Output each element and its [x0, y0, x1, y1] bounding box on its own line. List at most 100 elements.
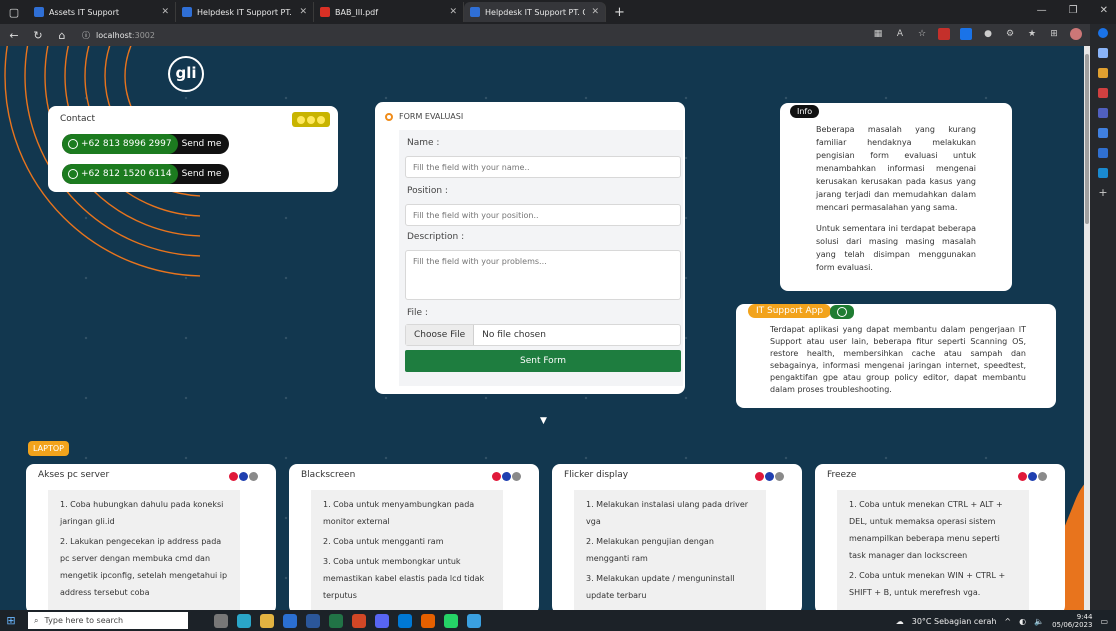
firefox-icon[interactable] [421, 613, 435, 628]
powerpoint-icon[interactable] [352, 613, 366, 628]
window-dots-icon [755, 472, 784, 481]
gli-logo: gli [168, 56, 204, 92]
search-icon[interactable] [1098, 48, 1108, 58]
office-icon[interactable] [1098, 128, 1108, 138]
form-circle-icon [385, 112, 393, 121]
search-icon: ⌕ [34, 615, 39, 625]
info-card: Info Beberapa masalah yang kurang famili… [780, 103, 1012, 291]
tab-pdf[interactable]: BAB_III.pdf ✕ [314, 2, 464, 22]
problem-steps: 1. Coba hubungkan dahulu pada koneksi ja… [48, 490, 240, 610]
problem-card-flicker-display: Flicker display 1. Melakukan instalasi u… [552, 464, 802, 610]
pdf-icon [320, 7, 330, 17]
url-field[interactable]: ⓘ localhost:3002 [82, 30, 155, 41]
games-icon[interactable] [1098, 108, 1108, 118]
network-icon[interactable]: ◐ [1019, 617, 1026, 626]
problem-steps: 1. Coba untuk menyambungkan pada monitor… [311, 490, 503, 610]
extension-blue-icon[interactable] [960, 28, 972, 40]
windows-start-icon[interactable]: ⊞ [0, 614, 22, 627]
tab-helpdesk-1[interactable]: Helpdesk IT Support PT. GLI ✕ [176, 2, 314, 22]
volume-icon[interactable]: 🔈 [1034, 617, 1044, 626]
read-aloud-icon[interactable]: A [894, 28, 906, 40]
extensions-icon[interactable]: ⚙ [1004, 28, 1016, 40]
scrollbar-thumb[interactable] [1085, 54, 1089, 224]
page-scrollbar[interactable] [1084, 46, 1090, 610]
apps-icon[interactable]: ▦ [872, 28, 884, 40]
contact-whatsapp-1[interactable]: +62 813 8996 2997 Send me [62, 134, 230, 154]
notifications-icon[interactable]: ▭ [1100, 617, 1108, 626]
send-me-button[interactable]: Send me [178, 169, 230, 179]
task-view-icon[interactable] [214, 613, 228, 628]
taskbar-clock[interactable]: 9:44 05/06/2023 [1052, 613, 1092, 629]
tab-favicon-icon [470, 7, 480, 17]
file-status: No file chosen [482, 330, 546, 340]
problem-card-freeze: Freeze 1. Coba untuk menekan CTRL + ALT … [815, 464, 1065, 610]
extension-leaf-icon[interactable]: ● [982, 28, 994, 40]
browser-toolbar: ▦ A ☆ ● ⚙ ★ ⊞ ⋯ [872, 28, 1104, 40]
browser-sidebar: + [1090, 24, 1116, 610]
back-icon[interactable]: ← [4, 29, 24, 42]
close-window-icon[interactable]: ✕ [1100, 5, 1108, 16]
profile-avatar-icon[interactable] [1070, 28, 1082, 40]
extension-red-icon[interactable] [938, 28, 950, 40]
whatsapp-icon [68, 139, 78, 149]
telegram-icon[interactable] [1098, 168, 1108, 178]
home-icon[interactable]: ⌂ [52, 29, 72, 42]
description-textarea[interactable] [405, 250, 681, 300]
tray-chevron-icon[interactable]: ^ [1004, 617, 1011, 626]
problem-title: Freeze [827, 470, 857, 480]
problem-card-blackscreen: Blackscreen 1. Coba untuk menyambungkan … [289, 464, 539, 610]
download-icon[interactable] [830, 305, 854, 319]
window-menu-icon[interactable]: ▢ [0, 6, 28, 19]
window-dots-icon [229, 472, 258, 481]
restore-icon[interactable]: ❐ [1069, 5, 1078, 16]
outlook-icon[interactable] [1098, 148, 1108, 158]
refresh-icon[interactable]: ↻ [28, 29, 48, 42]
send-me-button[interactable]: Send me [178, 139, 230, 149]
weather-icon[interactable]: ☁ [896, 617, 904, 626]
choose-file-button[interactable]: Choose File [406, 325, 475, 345]
tools-icon[interactable] [1098, 88, 1108, 98]
add-sidebar-icon[interactable]: + [1098, 187, 1108, 198]
contact-whatsapp-2[interactable]: +62 812 1520 6114 Send me [62, 164, 230, 184]
it-support-app-card: IT Support App Terdapat aplikasi yang da… [736, 304, 1056, 408]
shopping-icon[interactable] [1098, 68, 1108, 78]
copilot-icon[interactable] [1098, 28, 1108, 38]
file-explorer-icon[interactable] [260, 613, 274, 628]
info-body: Beberapa masalah yang kurang familiar he… [816, 125, 976, 272]
info-icon[interactable]: ⓘ [82, 30, 90, 41]
new-tab-button[interactable]: + [614, 5, 625, 20]
store-icon[interactable] [283, 613, 297, 628]
tab-favicon-icon [182, 7, 192, 17]
evaluation-form-card: FORM EVALUASI Name : Position : Descript… [375, 102, 685, 394]
name-input[interactable] [405, 156, 681, 178]
tab-assets[interactable]: Assets IT Support ✕ [28, 2, 176, 22]
word-icon[interactable] [306, 613, 320, 628]
problem-title: Akses pc server [38, 470, 110, 480]
position-input[interactable] [405, 204, 681, 226]
tab-close-icon[interactable]: ✕ [449, 7, 457, 17]
excel-icon[interactable] [329, 613, 343, 628]
favorite-star-icon[interactable]: ☆ [916, 28, 928, 40]
whatsapp-icon [68, 169, 78, 179]
description-label: Description : [407, 232, 465, 242]
problem-title: Flicker display [564, 470, 629, 480]
discord-icon[interactable] [375, 613, 389, 628]
minimize-icon[interactable]: — [1037, 5, 1047, 16]
sent-form-button[interactable]: Sent Form [405, 350, 681, 372]
taskbar-search[interactable]: ⌕ Type here to search [28, 612, 188, 629]
tab-helpdesk-active[interactable]: Helpdesk IT Support PT. GLI ✕ [464, 2, 606, 22]
whatsapp-icon[interactable] [444, 613, 458, 628]
file-input[interactable]: Choose File No file chosen [405, 324, 681, 346]
browser-tab-bar: ▢ Assets IT Support ✕ Helpdesk IT Suppor… [0, 0, 1116, 24]
vscode-icon[interactable] [398, 613, 412, 628]
edge-icon[interactable] [237, 613, 251, 628]
tab-close-icon[interactable]: ✕ [161, 7, 169, 17]
window-dots-icon [1018, 472, 1047, 481]
it-support-app-body: Terdapat aplikasi yang dapat membantu da… [770, 325, 1026, 394]
tab-close-icon[interactable]: ✕ [591, 7, 599, 17]
collections-icon[interactable]: ⊞ [1048, 28, 1060, 40]
chevron-down-icon[interactable]: ▼ [540, 416, 547, 426]
app-icon[interactable] [467, 613, 481, 628]
tab-close-icon[interactable]: ✕ [299, 7, 307, 17]
favorites-icon[interactable]: ★ [1026, 28, 1038, 40]
